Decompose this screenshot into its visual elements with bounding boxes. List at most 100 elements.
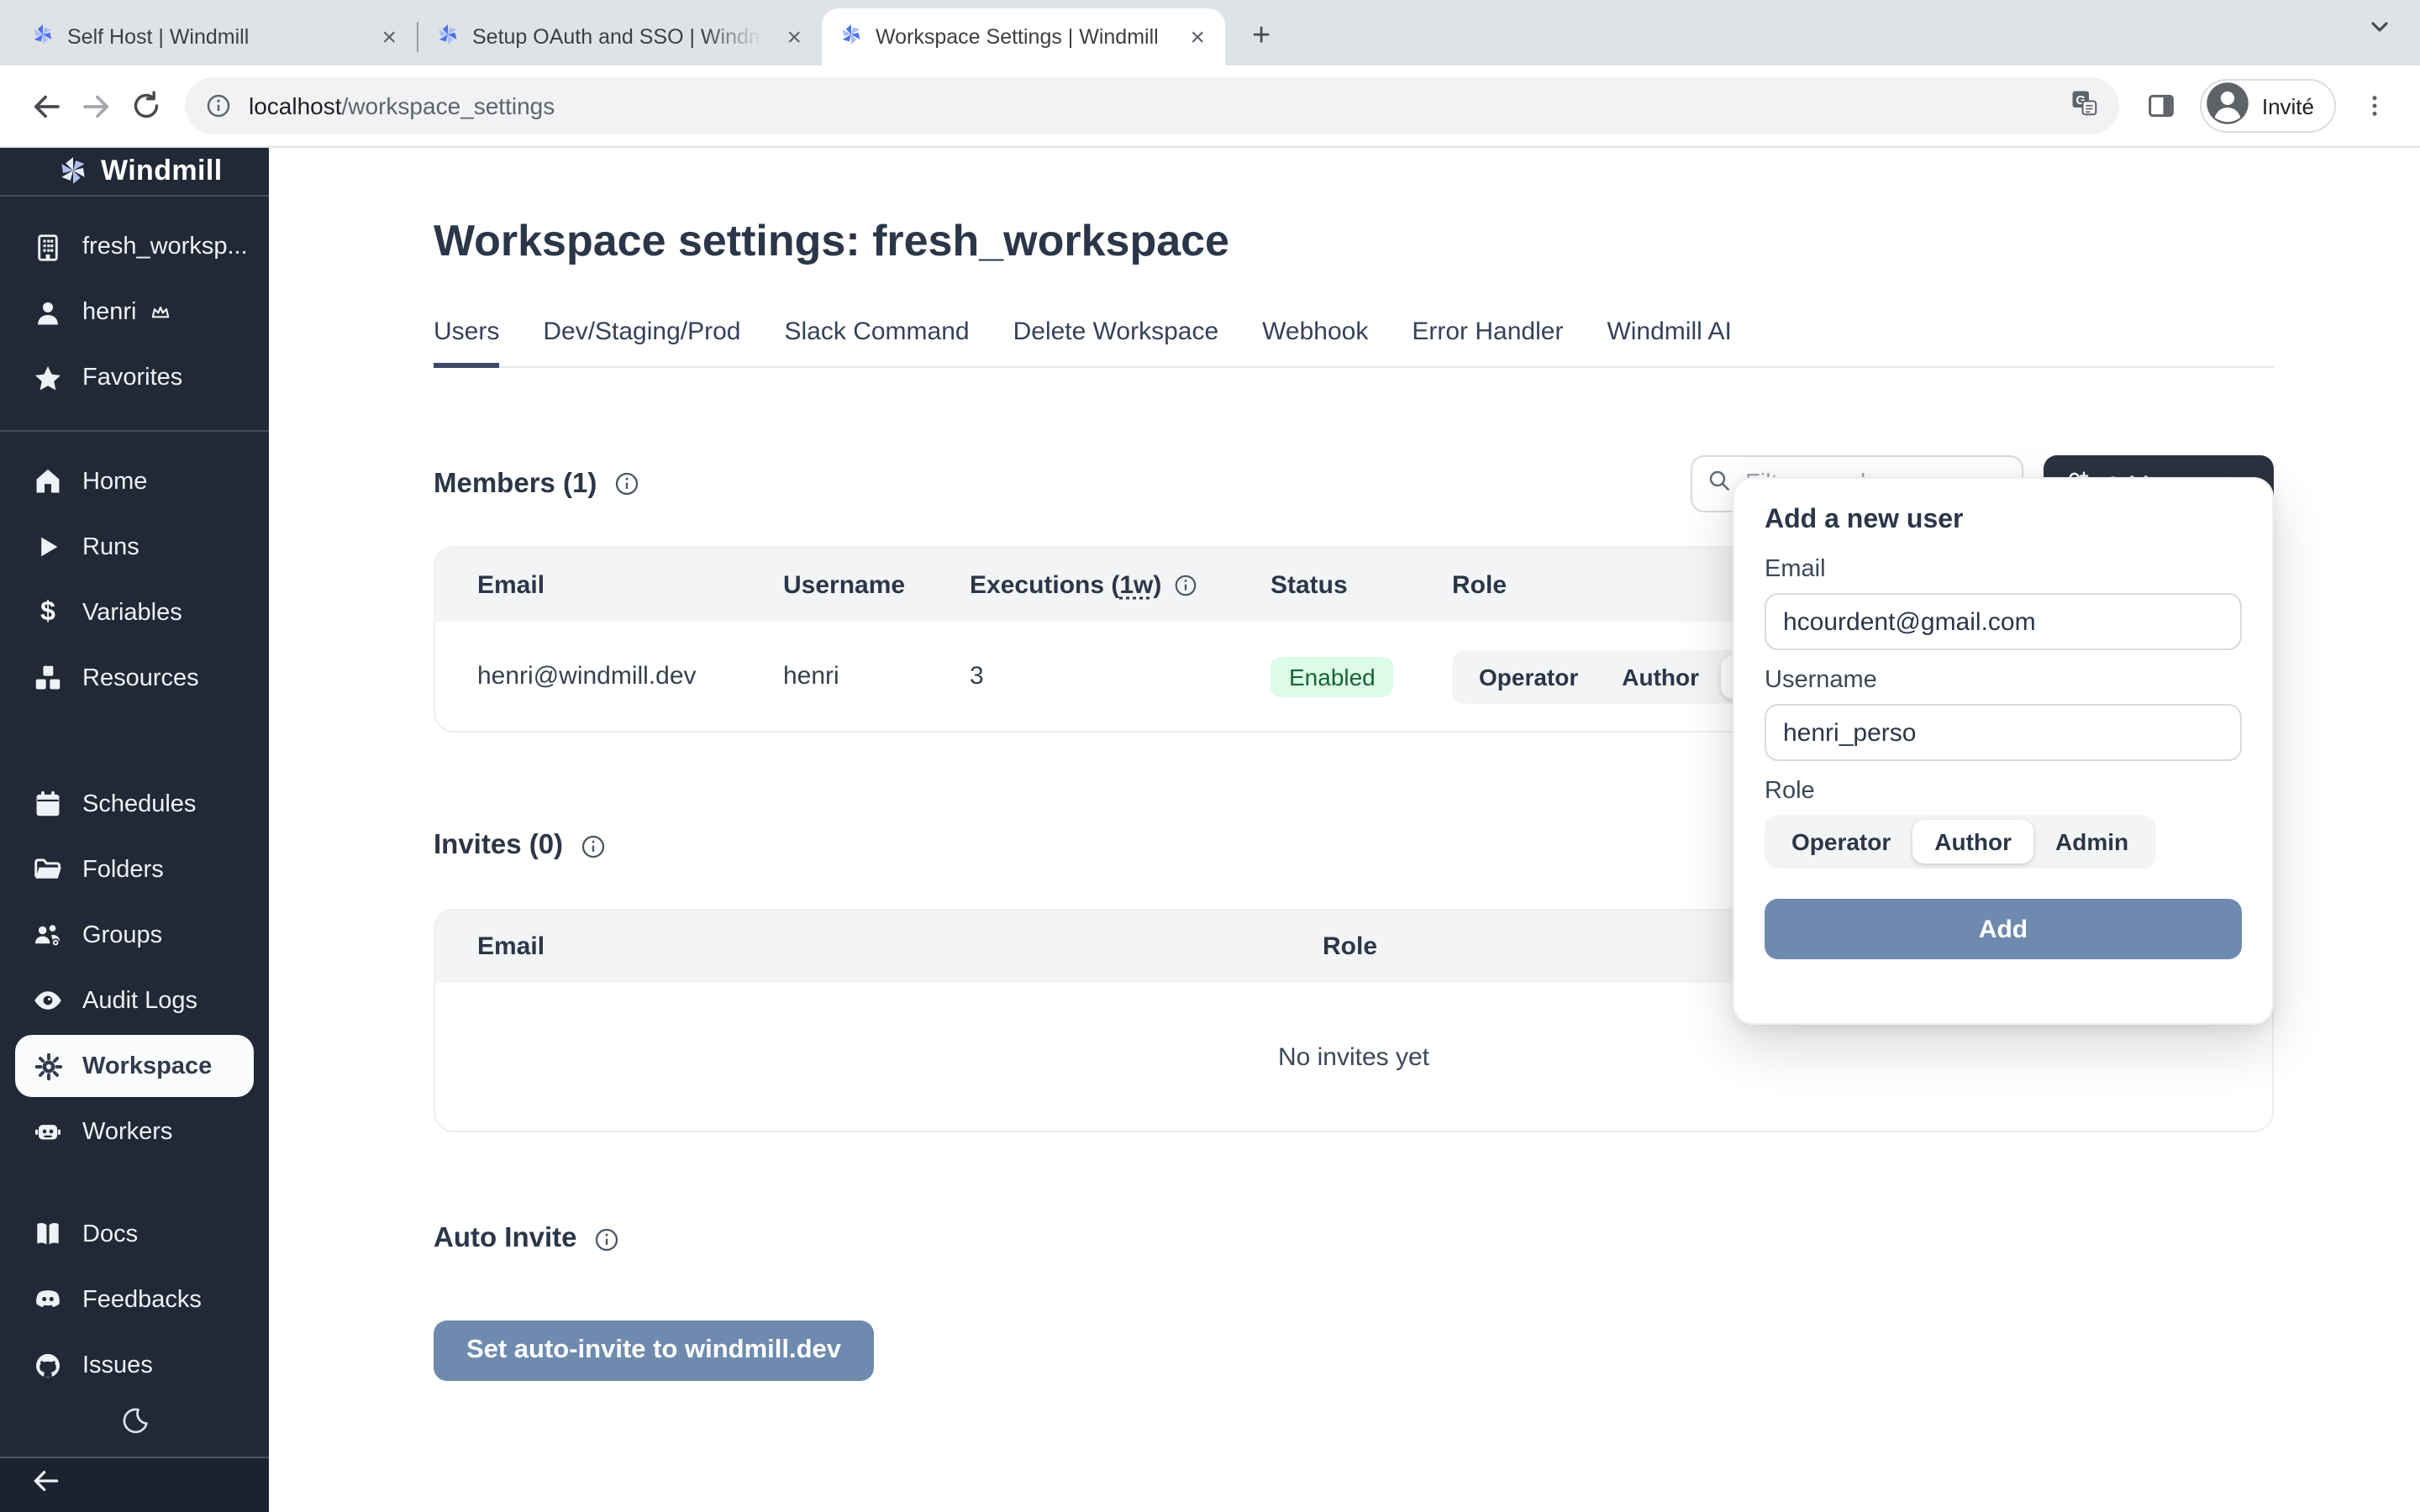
col-email: Email bbox=[477, 570, 783, 599]
info-icon[interactable] bbox=[594, 1226, 621, 1252]
add-button[interactable]: Add bbox=[1765, 899, 2242, 959]
site-info-icon[interactable] bbox=[205, 92, 232, 119]
set-auto-invite-button[interactable]: Set auto-invite to windmill.dev bbox=[434, 1320, 874, 1381]
forward-button[interactable] bbox=[71, 81, 121, 131]
star-icon bbox=[30, 360, 66, 396]
role-author[interactable]: Author bbox=[1912, 820, 2033, 864]
windmill-logo-text: Windmill bbox=[101, 155, 223, 188]
browser-tab-workspace-settings[interactable]: Workspace Settings | Windmill × bbox=[822, 8, 1225, 66]
col-email: Email bbox=[477, 932, 1323, 961]
resources-label: Resources bbox=[82, 664, 199, 691]
windmill-favicon bbox=[435, 22, 460, 52]
close-icon[interactable]: × bbox=[375, 23, 403, 51]
sidebar: Windmill fresh_worksp... henri bbox=[0, 148, 269, 1512]
favorites-label: Favorites bbox=[82, 365, 182, 391]
tab-users[interactable]: Users bbox=[434, 318, 499, 368]
translate-icon[interactable]: G bbox=[2069, 87, 2099, 125]
sidebar-item-docs[interactable]: Docs bbox=[15, 1203, 254, 1265]
address-bar[interactable]: localhost/workspace_settings G bbox=[185, 77, 2119, 134]
member-email: henri@windmill.dev bbox=[477, 662, 783, 690]
browser-profile-button[interactable]: Invité bbox=[2200, 79, 2336, 133]
user-icon bbox=[30, 295, 66, 330]
discord-icon bbox=[30, 1282, 66, 1317]
sidebar-item-feedbacks[interactable]: Feedbacks bbox=[15, 1268, 254, 1331]
main-panel: Workspace settings: fresh_workspace User… bbox=[269, 148, 2420, 1512]
sidebar-item-workspace[interactable]: Workspace bbox=[15, 1035, 254, 1097]
crown-icon bbox=[150, 302, 172, 323]
sidebar-item-favorites[interactable]: Favorites bbox=[15, 347, 254, 409]
tab-error-handler[interactable]: Error Handler bbox=[1412, 318, 1563, 368]
user-label: henri bbox=[82, 299, 137, 326]
groups-label: Groups bbox=[82, 921, 162, 948]
tab-slack-command[interactable]: Slack Command bbox=[785, 318, 970, 368]
chevron-down-icon[interactable] bbox=[2366, 13, 2393, 49]
info-icon[interactable] bbox=[580, 832, 607, 859]
sidebar-item-workspace-switcher[interactable]: fresh_worksp... bbox=[15, 216, 254, 278]
search-icon bbox=[1707, 466, 1733, 501]
auto-invite-heading: Auto Invite bbox=[434, 1223, 577, 1255]
issues-label: Issues bbox=[82, 1352, 153, 1378]
browser-menu-icon[interactable] bbox=[2349, 81, 2400, 131]
github-icon bbox=[30, 1347, 66, 1383]
sidebar-item-resources[interactable]: Resources bbox=[15, 647, 254, 709]
role-admin[interactable]: Admin bbox=[2033, 820, 2150, 864]
sidebar-item-audit-logs[interactable]: Audit Logs bbox=[15, 969, 254, 1032]
sidebar-item-folders[interactable]: Folders bbox=[15, 838, 254, 900]
role-operator[interactable]: Operator bbox=[1457, 654, 1600, 698]
moon-icon bbox=[120, 1406, 149, 1443]
folder-icon bbox=[30, 852, 66, 887]
tab-delete-workspace[interactable]: Delete Workspace bbox=[1013, 318, 1219, 368]
info-icon[interactable] bbox=[613, 470, 640, 497]
sidebar-item-home[interactable]: Home bbox=[15, 450, 254, 512]
username-field[interactable] bbox=[1765, 704, 2242, 761]
info-icon[interactable] bbox=[1173, 572, 1198, 597]
tab-title: Workspace Settings | Windmill bbox=[876, 25, 1171, 49]
browser-toolbar: localhost/workspace_settings G Invité bbox=[0, 66, 2420, 148]
workers-label: Workers bbox=[82, 1118, 172, 1145]
windmill-logo[interactable]: Windmill bbox=[0, 148, 269, 195]
tab-dev-staging-prod[interactable]: Dev/Staging/Prod bbox=[543, 318, 740, 368]
sidebar-item-user[interactable]: henri bbox=[15, 281, 254, 344]
avatar bbox=[2205, 81, 2250, 131]
close-icon[interactable]: × bbox=[780, 23, 808, 51]
popover-title: Add a new user bbox=[1765, 506, 2242, 536]
feedbacks-label: Feedbacks bbox=[82, 1286, 202, 1313]
dark-mode-toggle[interactable] bbox=[0, 1399, 269, 1457]
role-operator[interactable]: Operator bbox=[1770, 820, 1912, 864]
tab-windmill-ai[interactable]: Windmill AI bbox=[1607, 318, 1731, 368]
windmill-favicon bbox=[30, 22, 55, 52]
new-tab-button[interactable]: + bbox=[1242, 18, 1281, 55]
tab-title: Self Host | Windmill bbox=[67, 25, 363, 49]
reload-button[interactable] bbox=[121, 81, 171, 131]
popover-role-toggle: Operator Author Admin bbox=[1765, 815, 2155, 869]
sidebar-item-runs[interactable]: Runs bbox=[15, 516, 254, 578]
col-status: Status bbox=[1270, 570, 1452, 599]
schedules-label: Schedules bbox=[82, 790, 196, 817]
docs-label: Docs bbox=[82, 1221, 138, 1247]
username-label: Username bbox=[1765, 667, 2242, 694]
role-label: Role bbox=[1765, 778, 2242, 805]
sidebar-item-workers[interactable]: Workers bbox=[15, 1100, 254, 1163]
sidebar-collapse[interactable] bbox=[0, 1457, 269, 1512]
page-title: Workspace settings: fresh_workspace bbox=[434, 215, 2274, 267]
calendar-icon bbox=[30, 786, 66, 822]
close-icon[interactable]: × bbox=[1183, 23, 1212, 51]
variables-label: Variables bbox=[82, 599, 182, 626]
windmill-favicon bbox=[839, 22, 864, 52]
dollar-icon: $ bbox=[30, 595, 66, 630]
side-panel-icon[interactable] bbox=[2136, 81, 2186, 131]
member-username: henri bbox=[783, 662, 970, 690]
browser-tab-self-host[interactable]: Self Host | Windmill × bbox=[13, 8, 417, 66]
back-button[interactable] bbox=[20, 81, 71, 131]
role-author[interactable]: Author bbox=[1600, 654, 1721, 698]
home-icon bbox=[30, 464, 66, 499]
browser-tab-oauth-sso[interactable]: Setup OAuth and SSO | Windm × bbox=[418, 8, 822, 66]
sidebar-item-schedules[interactable]: Schedules bbox=[15, 773, 254, 835]
email-field[interactable] bbox=[1765, 593, 2242, 650]
building-icon bbox=[30, 229, 66, 265]
tab-webhook[interactable]: Webhook bbox=[1262, 318, 1368, 368]
sidebar-item-variables[interactable]: $ Variables bbox=[15, 581, 254, 643]
sidebar-item-groups[interactable]: Groups bbox=[15, 904, 254, 966]
workspace-switcher-label: fresh_worksp... bbox=[82, 234, 248, 260]
sidebar-item-issues[interactable]: Issues bbox=[15, 1334, 254, 1396]
